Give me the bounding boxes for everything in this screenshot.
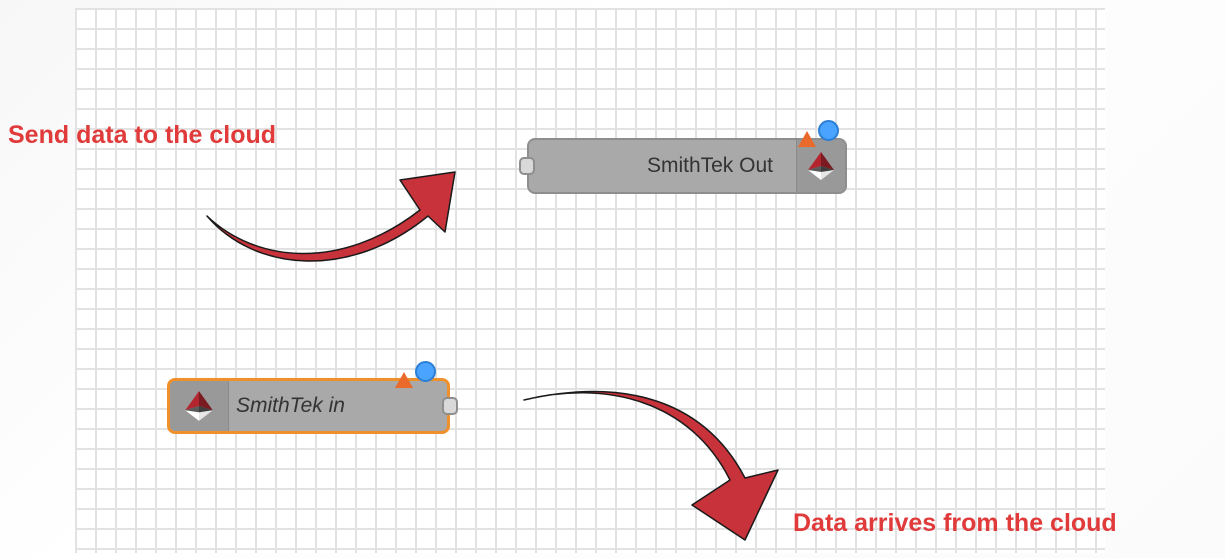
arrive-arrow-icon <box>523 390 779 541</box>
send-arrow-icon <box>206 171 456 262</box>
arrive-annotation: Data arrives from the cloud <box>793 509 1117 537</box>
annotation-arrows <box>206 171 779 541</box>
send-annotation: Send data to the cloud <box>8 121 277 149</box>
